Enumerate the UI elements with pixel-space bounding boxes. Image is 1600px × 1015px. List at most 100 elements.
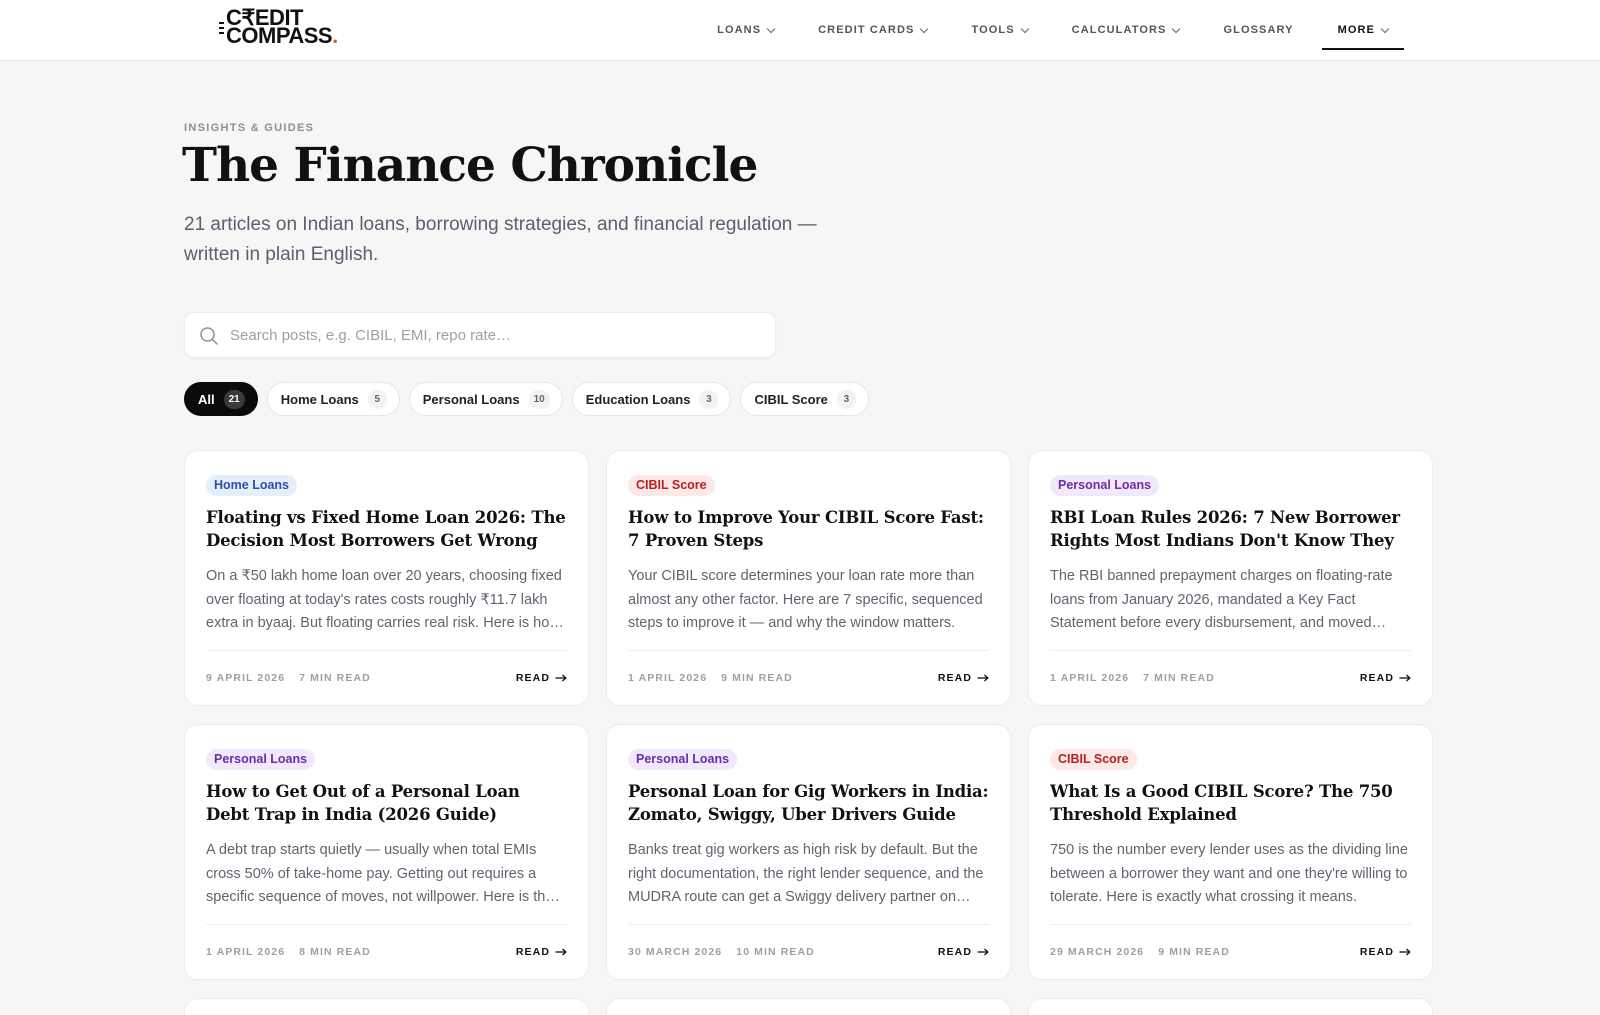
category-tag: Personal Loans — [206, 749, 316, 770]
nav-item-label: GLOSSARY — [1223, 24, 1294, 36]
nav-item-calculators[interactable]: CALCULATORS — [1056, 0, 1196, 60]
filter-chip-count: 3 — [836, 389, 856, 409]
read-link[interactable]: READ — [1360, 672, 1411, 684]
article-footer: 30 MARCH 2026 10 MIN READ READ — [628, 924, 989, 979]
category-tag: Personal Loans — [1050, 475, 1160, 496]
article-read-time: 7 MIN READ — [1143, 672, 1215, 684]
article-date: 1 APRIL 2026 — [628, 672, 708, 684]
nav-item-credit-cards[interactable]: CREDIT CARDS — [802, 0, 943, 60]
article-footer: 1 APRIL 2026 7 MIN READ READ — [1050, 650, 1411, 705]
logo-line-2: COMPASS — [226, 23, 333, 48]
article-title[interactable]: What Is a Good CIBIL Score? The 750 Thre… — [1050, 780, 1411, 826]
read-link[interactable]: READ — [1360, 946, 1411, 958]
filter-chip-all[interactable]: All 21 — [184, 382, 258, 416]
read-link[interactable]: READ — [938, 672, 989, 684]
filter-chip-home-loans[interactable]: Home Loans 5 — [266, 382, 400, 416]
filter-chip-count: 3 — [699, 389, 719, 409]
read-link-label: READ — [937, 672, 972, 684]
nav-item-label: MORE — [1337, 24, 1375, 36]
nav-item-tools[interactable]: TOOLS — [955, 0, 1043, 60]
article-date: 29 MARCH 2026 — [1050, 946, 1145, 958]
article-footer: 1 APRIL 2026 8 MIN READ READ — [206, 924, 567, 979]
page-subtitle: 21 articles on Indian loans, borrowing s… — [184, 214, 817, 265]
search-icon — [200, 327, 218, 345]
article-card[interactable]: CIBIL Score How to Improve Your CIBIL Sc… — [606, 450, 1011, 706]
read-link-label: READ — [515, 946, 550, 958]
category-tag: Personal Loans — [628, 749, 738, 770]
article-title[interactable]: Floating vs Fixed Home Loan 2026: The De… — [206, 506, 567, 552]
nav-item-label: CREDIT CARDS — [818, 24, 915, 36]
article-footer: 9 APRIL 2026 7 MIN READ READ — [206, 650, 567, 705]
article-card[interactable]: Home Loans Floating vs Fixed Home Loan 2… — [184, 450, 589, 706]
filter-chip-education-loans[interactable]: Education Loans 3 — [571, 382, 732, 416]
category-tag: Home Loans — [206, 475, 298, 496]
search-box — [184, 312, 776, 358]
credit-compass-logo[interactable]: C₹EDIT COMPASS. — [219, 7, 349, 47]
article-card-partial[interactable] — [184, 998, 589, 1015]
chevron-down-icon — [1172, 24, 1181, 33]
read-link-label: READ — [937, 946, 972, 958]
top-navigation-bar: C₹EDIT COMPASS. LOANS CREDIT CARDS TOOLS… — [0, 0, 1600, 61]
article-title[interactable]: RBI Loan Rules 2026: 7 New Borrower Righ… — [1050, 506, 1411, 552]
read-link[interactable]: READ — [516, 946, 567, 958]
article-card[interactable]: CIBIL Score What Is a Good CIBIL Score? … — [1028, 724, 1433, 980]
arrow-right-icon — [977, 674, 989, 682]
read-link-label: READ — [1359, 946, 1394, 958]
nav-item-loans[interactable]: LOANS — [701, 0, 790, 60]
chevron-down-icon — [1020, 24, 1029, 33]
article-read-time: 9 MIN READ — [721, 672, 793, 684]
main-nav: LOANS CREDIT CARDS TOOLS CALCULATORS GLO… — [701, 0, 1405, 60]
nav-item-label: LOANS — [717, 24, 762, 36]
filter-chip-cibil-score[interactable]: CIBIL Score 3 — [740, 382, 869, 416]
logo-marks — [219, 22, 224, 34]
read-link-label: READ — [515, 672, 550, 684]
article-excerpt: Banks treat gig workers as high risk by … — [628, 842, 984, 905]
article-card[interactable]: Personal Loans How to Get Out of a Perso… — [184, 724, 589, 980]
article-read-time: 8 MIN READ — [299, 946, 371, 958]
read-link[interactable]: READ — [516, 672, 567, 684]
article-excerpt: A debt trap starts quietly — usually whe… — [206, 842, 554, 905]
filter-chip-personal-loans[interactable]: Personal Loans 10 — [408, 382, 563, 416]
article-grid: Home Loans Floating vs Fixed Home Loan 2… — [184, 450, 1433, 1015]
filter-chip-label: Education Loans — [585, 391, 691, 407]
nav-item-glossary[interactable]: GLOSSARY — [1207, 0, 1309, 60]
arrow-right-icon — [555, 948, 567, 956]
article-excerpt: Your CIBIL score determines your loan ra… — [628, 568, 983, 631]
article-title[interactable]: How to Get Out of a Personal Loan Debt T… — [206, 780, 567, 826]
nav-item-label: CALCULATORS — [1071, 24, 1167, 36]
arrow-right-icon — [977, 948, 989, 956]
search-input[interactable] — [230, 313, 760, 357]
filter-chip-count: 10 — [528, 389, 550, 409]
article-excerpt: The RBI banned prepayment charges on flo… — [1050, 568, 1393, 631]
article-date: 30 MARCH 2026 — [628, 946, 723, 958]
filter-chip-count: 5 — [367, 389, 387, 409]
article-title[interactable]: Personal Loan for Gig Workers in India: … — [628, 780, 989, 826]
arrow-right-icon — [1399, 948, 1411, 956]
chevron-down-icon — [766, 24, 776, 33]
logo-wordmark: C₹EDIT COMPASS. — [226, 7, 338, 48]
nav-item-label: TOOLS — [971, 24, 1015, 36]
article-date: 1 APRIL 2026 — [1050, 672, 1130, 684]
article-card[interactable]: Personal Loans Personal Loan for Gig Wor… — [606, 724, 1011, 980]
read-link[interactable]: READ — [938, 946, 989, 958]
article-excerpt: On a ₹50 lakh home loan over 20 years, c… — [206, 568, 562, 631]
category-tag: CIBIL Score — [628, 475, 715, 496]
filter-chip-label: Home Loans — [280, 391, 359, 407]
article-card[interactable]: Personal Loans RBI Loan Rules 2026: 7 Ne… — [1028, 450, 1433, 706]
article-date: 1 APRIL 2026 — [206, 946, 286, 958]
nav-item-more[interactable]: MORE — [1321, 0, 1405, 60]
article-card-partial[interactable] — [1028, 998, 1433, 1015]
arrow-right-icon — [1399, 674, 1411, 682]
article-title[interactable]: How to Improve Your CIBIL Score Fast: 7 … — [628, 506, 989, 552]
article-card-partial[interactable] — [606, 998, 1011, 1015]
filter-chip-count: 21 — [223, 389, 245, 409]
category-tag: CIBIL Score — [1050, 749, 1137, 770]
section-eyebrow: INSIGHTS & GUIDES — [184, 122, 315, 134]
article-excerpt: 750 is the number every lender uses as t… — [1050, 842, 1408, 905]
logo-dot: . — [332, 23, 338, 48]
page-title: The Finance Chronicle — [182, 138, 758, 193]
chevron-down-icon — [920, 24, 929, 33]
article-read-time: 7 MIN READ — [299, 672, 371, 684]
filter-chip-label: All — [198, 391, 215, 407]
article-read-time: 10 MIN READ — [736, 946, 815, 958]
